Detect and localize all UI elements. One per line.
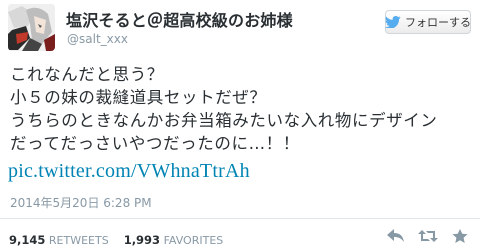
tweet-line: これなんだと思う？ [10, 65, 164, 84]
tweet-timestamp[interactable]: 2014年5月20日 6:28 PM [10, 194, 152, 211]
pic-link[interactable]: pic.twitter.com/VWhnaTtrAh [8, 160, 250, 183]
reply-icon[interactable] [386, 228, 406, 244]
avatar[interactable] [8, 4, 55, 51]
follow-button-label: フォローする [405, 16, 471, 29]
follow-button[interactable]: フォローする [385, 10, 471, 34]
retweets-label[interactable]: RETWEETS [49, 234, 109, 247]
tweet-actions [386, 228, 470, 244]
favorites-count[interactable]: 1,993 [124, 233, 160, 247]
divider [0, 218, 480, 219]
tweet-line: 小５の妹の裁縫道具セットだぜ？ [10, 88, 267, 107]
tweet-line: うちらのときなんかお弁当箱みたいな入れ物にデザイン [10, 111, 438, 130]
display-name[interactable]: 塩沢そると＠超高校級のお姉様 [66, 7, 293, 31]
star-icon[interactable] [450, 228, 470, 244]
user-handle[interactable]: @salt_xxx [67, 32, 128, 46]
retweets-count[interactable]: 9,145 [9, 233, 45, 247]
avatar-image [8, 4, 55, 51]
favorites-label[interactable]: FAVORITES [164, 234, 224, 247]
tweet-line: だってだっさいやつだったのに…！！ [10, 134, 300, 153]
retweet-icon[interactable] [418, 228, 438, 244]
tweet-text: これなんだと思う？ 小５の妹の裁縫道具セットだぜ？ うちらのときなんかお弁当箱み… [10, 63, 470, 155]
twitter-bird-icon [385, 16, 401, 29]
tweet-stats: 9,145 RETWEETS 1,993 FAVORITES [9, 233, 223, 247]
